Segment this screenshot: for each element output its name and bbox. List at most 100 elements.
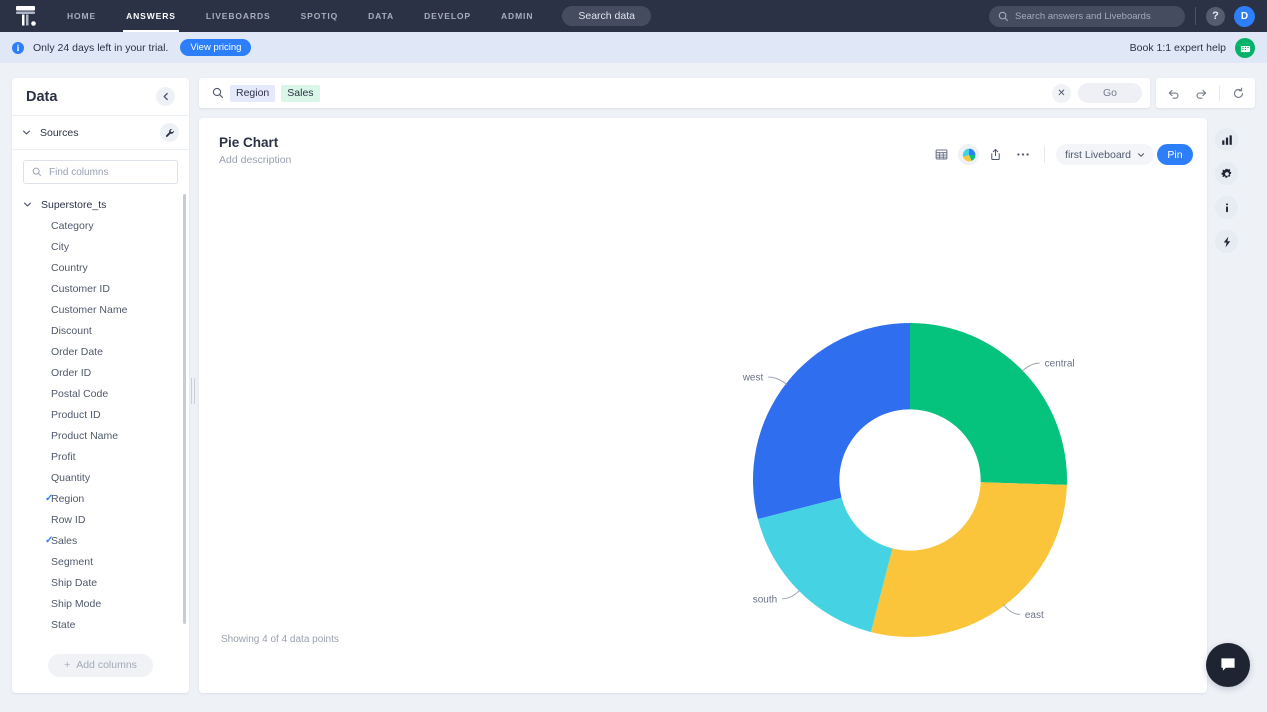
avatar[interactable]: D bbox=[1234, 6, 1255, 27]
column-item[interactable]: Category bbox=[12, 215, 189, 236]
pin-button[interactable]: Pin bbox=[1157, 144, 1193, 165]
liveboard-label: first Liveboard bbox=[1065, 149, 1131, 161]
undo-icon bbox=[1167, 87, 1180, 100]
column-item[interactable]: Segment bbox=[12, 551, 189, 572]
column-item[interactable]: State bbox=[12, 614, 189, 635]
pie-slice-south[interactable] bbox=[758, 498, 892, 632]
pie-slice-central[interactable] bbox=[910, 323, 1067, 485]
nav-item-answers[interactable]: ANSWERS bbox=[111, 0, 191, 32]
pie-slice-label: south bbox=[753, 594, 777, 605]
pie-leader-line bbox=[1004, 605, 1020, 615]
answer-card: Pie Chart Add description bbox=[199, 118, 1207, 693]
column-item[interactable]: Customer ID bbox=[12, 278, 189, 299]
pie-chart[interactable]: centraleastsouthwest bbox=[199, 178, 1207, 648]
chip-label: Region bbox=[236, 87, 269, 99]
collapse-panel-button[interactable] bbox=[156, 87, 175, 106]
columns-scroll-area[interactable]: Superstore_ts Category City Country Cust… bbox=[12, 190, 189, 637]
nav-item-develop[interactable]: DEVELOP bbox=[409, 0, 486, 32]
data-source-superstore[interactable]: Superstore_ts bbox=[12, 194, 189, 215]
chevron-left-icon bbox=[162, 92, 170, 101]
nav-item-spotiq[interactable]: SPOTIQ bbox=[286, 0, 354, 32]
column-item[interactable]: Postal Code bbox=[12, 383, 189, 404]
lightning-bolt-icon bbox=[1221, 236, 1233, 248]
spotiq-insights-button[interactable] bbox=[1215, 230, 1238, 253]
redo-button[interactable] bbox=[1191, 83, 1211, 103]
donut-chart-svg[interactable]: centraleastsouthwest bbox=[199, 178, 1207, 648]
page-title[interactable]: Pie Chart bbox=[219, 135, 291, 150]
nav-item-home[interactable]: HOME bbox=[52, 0, 111, 32]
table-view-button[interactable] bbox=[931, 144, 952, 165]
column-item[interactable]: Product ID bbox=[12, 404, 189, 425]
query-chip-region[interactable]: Region bbox=[230, 85, 275, 102]
clear-query-button[interactable]: ✕ bbox=[1052, 84, 1071, 103]
nav-divider bbox=[1195, 7, 1196, 25]
thoughtspot-logo-icon[interactable] bbox=[0, 0, 52, 32]
global-search-placeholder: Search answers and Liveboards bbox=[1015, 11, 1151, 22]
find-columns-input[interactable]: Find columns bbox=[23, 160, 178, 184]
chevron-down-icon bbox=[1137, 151, 1145, 159]
pin-label: Pin bbox=[1167, 149, 1182, 161]
chart-config-button[interactable] bbox=[1215, 128, 1238, 151]
add-columns-button[interactable]: + Add columns bbox=[48, 654, 153, 677]
column-item[interactable]: City bbox=[12, 236, 189, 257]
nav-item-liveboards[interactable]: LIVEBOARDS bbox=[191, 0, 286, 32]
column-item-sales[interactable]: ✓Sales bbox=[12, 530, 189, 551]
column-item[interactable]: Ship Date bbox=[12, 572, 189, 593]
history-toolbar bbox=[1156, 78, 1255, 108]
pie-slice-west[interactable] bbox=[753, 323, 910, 519]
reset-button[interactable] bbox=[1228, 83, 1248, 103]
column-item-region[interactable]: ✓Region bbox=[12, 488, 189, 509]
gear-icon bbox=[1221, 168, 1233, 180]
chat-support-button[interactable] bbox=[1206, 643, 1250, 687]
column-item[interactable]: Product Name bbox=[12, 425, 189, 446]
column-label: City bbox=[32, 241, 69, 253]
column-item[interactable]: Ship Mode bbox=[12, 593, 189, 614]
column-label: Postal Code bbox=[32, 388, 108, 400]
nav-label: ANSWERS bbox=[126, 11, 176, 21]
column-item[interactable]: Order ID bbox=[12, 362, 189, 383]
column-label: Segment bbox=[32, 556, 93, 568]
trial-banner: i Only 24 days left in your trial. View … bbox=[0, 32, 1267, 63]
data-panel-footer: + Add columns bbox=[12, 637, 189, 693]
search-data-button[interactable]: Search data bbox=[562, 6, 651, 26]
query-search-bar[interactable]: Region Sales ✕ Go bbox=[199, 78, 1150, 108]
column-label: State bbox=[32, 619, 76, 631]
wrench-icon[interactable] bbox=[160, 123, 179, 142]
view-pricing-label: View pricing bbox=[190, 42, 241, 53]
columns-scrollbar[interactable] bbox=[183, 194, 186, 624]
help-button[interactable]: ? bbox=[1206, 7, 1225, 26]
chart-view-button[interactable] bbox=[958, 144, 979, 165]
sources-section-header[interactable]: Sources bbox=[12, 116, 189, 150]
share-button[interactable] bbox=[985, 144, 1006, 165]
nav-item-admin[interactable]: ADMIN bbox=[486, 0, 548, 32]
column-item[interactable]: Quantity bbox=[12, 467, 189, 488]
column-item[interactable]: Country bbox=[12, 257, 189, 278]
nav-label: DEVELOP bbox=[424, 11, 471, 21]
settings-button[interactable] bbox=[1215, 162, 1238, 185]
column-label: Row ID bbox=[32, 514, 85, 526]
liveboard-select[interactable]: first Liveboard bbox=[1056, 144, 1154, 165]
calendar-icon[interactable] bbox=[1235, 38, 1255, 58]
undo-button[interactable] bbox=[1163, 83, 1183, 103]
info-button[interactable] bbox=[1215, 196, 1238, 219]
avatar-initial: D bbox=[1241, 11, 1248, 22]
data-source-label: Superstore_ts bbox=[41, 199, 106, 211]
query-chip-sales[interactable]: Sales bbox=[281, 85, 319, 102]
more-options-button[interactable] bbox=[1012, 144, 1033, 165]
nav-item-data[interactable]: DATA bbox=[353, 0, 409, 32]
column-item[interactable]: Row ID bbox=[12, 509, 189, 530]
column-item[interactable]: Profit bbox=[12, 446, 189, 467]
go-button[interactable]: Go bbox=[1078, 83, 1142, 103]
column-item[interactable]: Customer Name bbox=[12, 299, 189, 320]
global-search-input[interactable]: Search answers and Liveboards bbox=[989, 6, 1185, 27]
column-item[interactable]: Order Date bbox=[12, 341, 189, 362]
bar-chart-icon bbox=[1221, 134, 1233, 146]
view-pricing-button[interactable]: View pricing bbox=[180, 39, 251, 56]
panel-resize-handle[interactable] bbox=[190, 378, 195, 404]
find-columns-wrapper: Find columns bbox=[12, 150, 189, 190]
check-icon: ✓ bbox=[45, 493, 53, 504]
column-item[interactable]: Sub-Category bbox=[12, 635, 189, 637]
column-item[interactable]: Discount bbox=[12, 320, 189, 341]
answer-description[interactable]: Add description bbox=[219, 154, 291, 166]
expert-help-label: Book 1:1 expert help bbox=[1130, 42, 1226, 54]
